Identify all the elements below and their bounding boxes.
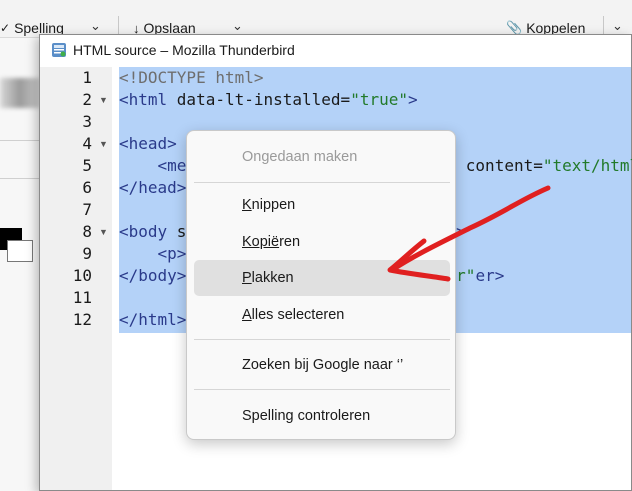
menu-item-search-google[interactable]: Zoeken bij Google naar ‘’ bbox=[194, 347, 450, 383]
menu-item-select-all[interactable]: Alles selecteren bbox=[194, 297, 450, 333]
compose-divider bbox=[0, 140, 40, 141]
context-menu: Ongedaan maken Knippen Kopiëren Plakken … bbox=[186, 130, 456, 440]
line-number: 12 bbox=[72, 310, 92, 329]
code-token: <head> bbox=[119, 134, 177, 153]
window-title: HTML source – Mozilla Thunderbird bbox=[73, 42, 295, 58]
menu-item-copy[interactable]: Kopiëren bbox=[194, 224, 450, 260]
spelling-dropdown-chevron-icon[interactable]: ⌄ bbox=[90, 18, 101, 34]
code-line: </html> bbox=[119, 310, 186, 329]
line-number: 10 bbox=[72, 266, 92, 285]
fold-toggle-icon[interactable]: ▼ bbox=[99, 227, 108, 237]
code-token: <body bbox=[119, 222, 177, 241]
fold-toggle-icon[interactable]: ▼ bbox=[99, 95, 108, 105]
fold-toggle-icon[interactable]: ▼ bbox=[99, 139, 108, 149]
spellcheck-icon: ✓ bbox=[0, 21, 11, 35]
code-token: </body> bbox=[119, 266, 187, 285]
line-number: 9 bbox=[82, 244, 92, 263]
code-token: "text/html" bbox=[542, 156, 632, 175]
code-token: <p> bbox=[119, 244, 187, 263]
code-token: <html bbox=[119, 90, 177, 109]
code-token: </html> bbox=[119, 310, 187, 329]
code-line: <head> bbox=[119, 134, 177, 153]
menu-separator bbox=[194, 389, 450, 390]
line-number: 6 bbox=[82, 178, 92, 197]
line-number: 1 bbox=[82, 68, 92, 87]
line-number: 3 bbox=[82, 112, 92, 131]
line-number: 4 bbox=[82, 134, 92, 153]
code-line: <html data-lt-installed="true"> bbox=[119, 90, 418, 109]
compose-toolbar: ✓ Spelling ⌄ ↓ Opslaan ⌄ 📎 Koppelen ⌄ bbox=[0, 0, 632, 38]
line-number: 2 bbox=[82, 90, 92, 109]
thunderbird-source-icon bbox=[52, 43, 66, 57]
background-color-swatch[interactable] bbox=[7, 240, 33, 262]
menu-separator bbox=[194, 182, 450, 183]
code-token: er> bbox=[475, 266, 505, 285]
toolbar-separator bbox=[603, 16, 604, 36]
code-token: data-lt-installed= bbox=[176, 90, 351, 109]
code-token: > bbox=[456, 222, 466, 241]
code-token: </head> bbox=[119, 178, 187, 197]
menu-separator bbox=[194, 339, 450, 340]
save-dropdown-chevron-icon[interactable]: ⌄ bbox=[232, 18, 243, 34]
code-token: <!DOCTYPE html> bbox=[119, 68, 264, 87]
attach-dropdown-chevron-icon[interactable]: ⌄ bbox=[612, 18, 623, 34]
menu-item-spellcheck[interactable]: Spelling controleren bbox=[194, 398, 450, 434]
line-number: 5 bbox=[82, 156, 92, 175]
code-token: "true" bbox=[350, 90, 408, 109]
menu-item-paste[interactable]: Plakken bbox=[194, 260, 450, 296]
menu-item-cut[interactable]: Knippen bbox=[194, 187, 450, 223]
menu-item-undo[interactable]: Ongedaan maken bbox=[194, 139, 450, 175]
code-token: > bbox=[407, 90, 418, 109]
blurred-header-text bbox=[0, 78, 40, 108]
line-number: 7 bbox=[82, 200, 92, 219]
code-line: <!DOCTYPE html> bbox=[119, 68, 264, 87]
window-titlebar: HTML source – Mozilla Thunderbird bbox=[40, 35, 631, 67]
code-token: content= bbox=[456, 156, 543, 175]
line-number: 11 bbox=[72, 288, 92, 307]
line-number: 8 bbox=[82, 222, 92, 241]
code-line: </head> bbox=[119, 178, 186, 197]
compose-divider bbox=[0, 178, 40, 179]
toolbar-separator bbox=[118, 16, 119, 36]
